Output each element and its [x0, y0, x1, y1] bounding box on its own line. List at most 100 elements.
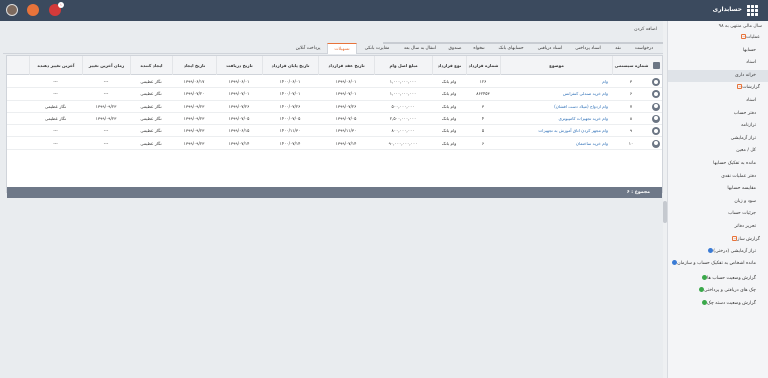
- app-grid-icon[interactable]: [747, 5, 758, 16]
- sidebar-report-item[interactable]: تراز آزمایشی (درختی): [668, 246, 768, 259]
- tab-item[interactable]: نقد: [607, 43, 629, 54]
- sidebar-item[interactable]: دفتر عملیات نقدی: [668, 171, 768, 184]
- main-panel: اضافه کردن درخواست نقد اسناد پرداختی اسناد …: [3, 21, 663, 378]
- tab-item[interactable]: انتقال به سال بعد: [397, 43, 443, 54]
- table-cell: ۱۴۰۰/۱۱/۳۰: [279, 128, 301, 134]
- table-cell: ۱۳۹۹/۰۷/۲۶: [335, 103, 357, 109]
- sidebar-item[interactable]: خزانه داری: [668, 69, 768, 83]
- table-cell: ۱۳۹۹/۰۹/۲۳: [183, 140, 205, 146]
- tab-item[interactable]: صندوق: [443, 43, 467, 54]
- table-cell: ۱,۰۰۰,۰۰۰,۰۰۰: [389, 91, 417, 97]
- notification-icon[interactable]: ۱: [49, 2, 64, 16]
- table-cell: ---: [103, 79, 109, 84]
- column-header[interactable]: شماره سیستمی: [612, 56, 650, 75]
- table-row[interactable]: ۶ وام خرید صندلی کنفرانس ۸۶۲۴۵۳ وام بانک ۱,۰…: [7, 88, 662, 101]
- table-cell: ۱۴۰۰/۰۷/۰۵: [279, 115, 301, 121]
- table-cell: ---: [103, 128, 109, 134]
- table-cell: ۱,۰۰۰,۰۰۰,۰۰۰: [389, 79, 417, 84]
- select-all-icon[interactable]: [653, 62, 660, 69]
- sidebar-report-item[interactable]: چک های دریافتی و پرداختی: [668, 285, 768, 298]
- tab-item[interactable]: تسهیلات: [327, 43, 357, 54]
- table-row[interactable]: ۱۰ وام خرید ساختمان ۶ وام بانک ۹۰,۰۰۰,۰۰۰,۰۰…: [7, 138, 662, 150]
- tab-item[interactable]: حسابهای بانک: [491, 43, 531, 54]
- tab-item[interactable]: پرداخت آنلاین: [289, 43, 327, 54]
- table-row[interactable]: ۸ وام خرید تجهیزات کامپیوتری ۴ وام بانک ۲,۵۰…: [7, 113, 662, 126]
- sidebar-item[interactable]: اسناد: [668, 57, 768, 70]
- sidebar-item[interactable]: سود و زیان: [668, 196, 768, 209]
- sidebar-item[interactable]: حسابها: [668, 45, 768, 58]
- table-cell: ۱۴۰۰/۰۶/۰۱: [279, 79, 301, 84]
- tab-item[interactable]: مغایرت بانکی: [357, 43, 397, 54]
- table-row[interactable]: ۳ وام ۱۲۶ وام بانک ۱,۰۰۰,۰۰۰,۰۰۰ ۱۳۹۹/۰۶/۰۱ ۱۴…: [7, 76, 662, 89]
- sidebar-item-label: اسناد: [746, 97, 756, 103]
- sidebar: سال مالی منتهی به ۹۸ −عملیات حسابها اسناد خ…: [667, 21, 768, 378]
- row-menu-icon[interactable]: [652, 102, 660, 111]
- table-cell: ۶: [629, 91, 633, 97]
- loan-title-link[interactable]: وام خرید تجهیزات کامپیوتری: [500, 113, 612, 125]
- table-cell: ۱۳۹۹/۰۷/۲۰: [183, 91, 205, 97]
- table-header: شماره سیستمی موضوع شماره قرارداد نوع قراردا…: [7, 56, 662, 75]
- table-cell: ۱۳۹۹/۰۹/۲۳: [95, 115, 117, 121]
- sidebar-item[interactable]: ترازنامه: [668, 120, 768, 133]
- table-cell: ۱۴۰۰/۰۷/۰۱: [279, 91, 301, 97]
- column-header[interactable]: تاریخ ایجاد: [172, 56, 216, 75]
- row-menu-icon[interactable]: [652, 114, 660, 123]
- sidebar-item[interactable]: مقایسه حسابها: [668, 183, 768, 196]
- row-menu-icon[interactable]: [652, 127, 660, 136]
- tab-bar: درخواست نقد اسناد پرداختی اسناد دریافتی حساب…: [3, 43, 663, 54]
- sidebar-group[interactable]: −گزارش ساز: [668, 234, 768, 247]
- table-cell: ---: [53, 79, 58, 84]
- tab-item[interactable]: اسناد پرداختی: [569, 43, 607, 54]
- column-header[interactable]: تاریخ دریافت: [216, 56, 262, 75]
- sidebar-report-item[interactable]: گزارش وضعیت دسته چک: [668, 298, 768, 311]
- row-menu-icon[interactable]: [652, 139, 660, 148]
- tab-item[interactable]: اسناد دریافتی: [531, 43, 569, 54]
- loan-title-link[interactable]: وام مجهز کردن اتاق آموزش به تجهیزات: [500, 125, 612, 137]
- table-cell: ---: [103, 91, 109, 97]
- sidebar-report-item[interactable]: گزارش وضعیت حساب ها: [668, 273, 768, 286]
- add-button[interactable]: اضافه کردن: [634, 27, 657, 32]
- sidebar-item[interactable]: اسناد: [668, 95, 768, 108]
- sidebar-group[interactable]: −گزارشات: [668, 82, 768, 95]
- column-header[interactable]: نوع قرارداد: [432, 56, 466, 75]
- sidebar-item[interactable]: جزئیات حساب: [668, 208, 768, 221]
- row-menu-icon[interactable]: [652, 90, 660, 99]
- fiscal-year-label[interactable]: سال مالی منتهی به ۹۸: [668, 21, 768, 32]
- sidebar-item-label: ترازنامه: [741, 123, 756, 129]
- table-cell: ۱۳۹۹/۰۶/۱۷: [183, 79, 205, 84]
- sidebar-item[interactable]: مانده به تفکیک حسابها: [668, 158, 768, 171]
- sidebar-report-item[interactable]: مانده اشخاص به تفکیک حساب و سازمان: [668, 259, 768, 273]
- sidebar-item[interactable]: دفتر حساب: [668, 108, 768, 121]
- top-bar: حسابداری ۱: [0, 0, 768, 21]
- column-header[interactable]: تاریخ پایان قرارداد: [262, 56, 318, 75]
- loan-title-link[interactable]: وام: [500, 76, 612, 88]
- sidebar-group[interactable]: −عملیات: [668, 32, 768, 45]
- table-cell: ۳: [629, 79, 633, 84]
- column-header[interactable]: شماره قرارداد: [466, 56, 500, 75]
- row-menu-icon[interactable]: [652, 78, 660, 86]
- tab-item[interactable]: درخواست: [629, 43, 659, 54]
- sidebar-item-label: مانده به تفکیک حسابها: [713, 160, 756, 166]
- sidebar-item[interactable]: کل / معین: [668, 145, 768, 158]
- column-header[interactable]: ایجاد کننده: [130, 56, 172, 75]
- table-row[interactable]: ۷ وام ازدواج (میلاد دست افشان) ۳ وام بانک ۵۰…: [7, 101, 662, 113]
- notification-badge: ۱: [58, 2, 64, 8]
- loan-title-link[interactable]: وام ازدواج (میلاد دست افشان): [500, 101, 612, 113]
- sidebar-item[interactable]: تراز آزمایشی: [668, 133, 768, 146]
- table-row[interactable]: ۹ وام مجهز کردن اتاق آموزش به تجهیزات ۵ وام…: [7, 125, 662, 138]
- column-header[interactable]: آخرین تغییر دهنده: [29, 56, 82, 75]
- table-cell: ---: [103, 140, 109, 146]
- column-header[interactable]: تاریخ عقد قرارداد: [318, 56, 374, 75]
- table-cell: ۱۳۹۹/۰۷/۰۵: [228, 115, 250, 121]
- column-header[interactable]: زمان آخرین تغییر: [82, 56, 130, 75]
- settings-icon[interactable]: [27, 4, 39, 16]
- tab-item[interactable]: تنخواه: [467, 43, 491, 54]
- avatar[interactable]: [6, 4, 18, 16]
- table-cell: ۸۰۰,۰۰۰,۰۰۰: [391, 128, 415, 134]
- column-header[interactable]: مبلغ اصل وام: [374, 56, 432, 75]
- column-header[interactable]: موضوع: [500, 56, 612, 75]
- loan-title-link[interactable]: وام خرید صندلی کنفرانس: [500, 88, 612, 100]
- table-cell: ۶: [481, 140, 485, 146]
- sidebar-item[interactable]: تحریر دفاتر: [668, 221, 768, 234]
- loan-title-link[interactable]: وام خرید ساختمان: [500, 138, 612, 150]
